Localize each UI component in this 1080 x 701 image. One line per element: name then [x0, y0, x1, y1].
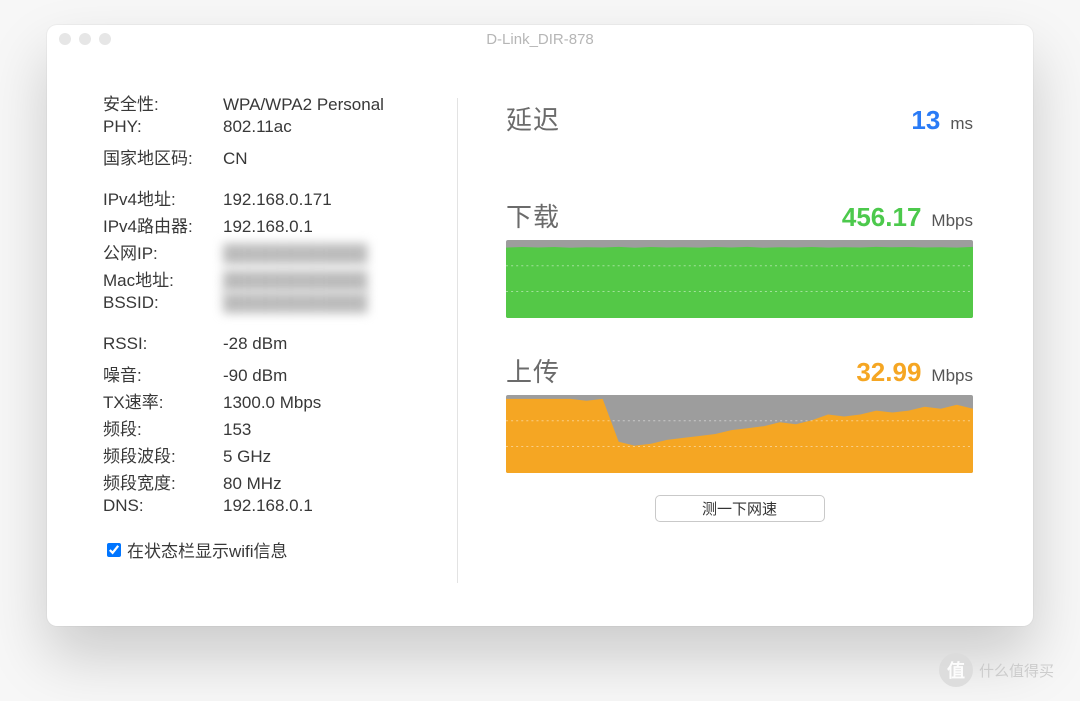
latency-unit: ms: [950, 114, 973, 134]
info-row: 频段波段:5 GHz: [103, 442, 457, 469]
upload-metric: 上传 32.99 Mbps: [506, 352, 973, 473]
info-row: Mac地址:████████████: [103, 266, 457, 293]
info-key: IPv4路由器:: [103, 212, 223, 237]
info-row: 安全性:WPA/WPA2 Personal: [103, 90, 457, 117]
info-key: 频段:: [103, 415, 223, 440]
info-key: 噪音:: [103, 361, 223, 386]
info-value: 80 MHz: [223, 474, 282, 494]
info-row: 频段:153: [103, 415, 457, 442]
metrics-panel: 延迟 13 ms 下载 456.17 Mbps 上传: [458, 54, 1033, 626]
info-group: 安全性:WPA/WPA2 PersonalPHY:802.11ac国家地区码:C…: [103, 90, 457, 171]
info-panel: 安全性:WPA/WPA2 PersonalPHY:802.11ac国家地区码:C…: [47, 54, 457, 626]
info-value: 192.168.0.1: [223, 496, 313, 516]
window-title: D-Link_DIR-878: [47, 31, 1033, 48]
upload-value: 32.99: [856, 357, 921, 388]
info-key: PHY:: [103, 117, 223, 137]
watermark: 值 什么值得买: [939, 653, 1054, 687]
info-key: 国家地区码:: [103, 144, 223, 169]
app-window: D-Link_DIR-878 安全性:WPA/WPA2 PersonalPHY:…: [47, 25, 1033, 626]
info-group: RSSI:-28 dBm噪音:-90 dBmTX速率:1300.0 Mbps频段…: [103, 334, 457, 523]
info-key: DNS:: [103, 496, 223, 516]
info-key: 公网IP:: [103, 239, 223, 264]
info-value: 5 GHz: [223, 447, 271, 467]
info-value: 802.11ac: [223, 117, 292, 137]
info-row: 国家地区码:CN: [103, 144, 457, 171]
info-row: BSSID:████████████: [103, 293, 457, 320]
info-row: 公网IP:████████████: [103, 239, 457, 266]
info-value: CN: [223, 149, 248, 169]
download-metric: 下载 456.17 Mbps: [506, 197, 973, 318]
info-value: WPA/WPA2 Personal: [223, 95, 384, 115]
upload-chart: [506, 395, 973, 473]
info-row: PHY:802.11ac: [103, 117, 457, 144]
latency-metric: 延迟 13 ms: [506, 100, 973, 137]
info-key: 频段宽度:: [103, 469, 223, 494]
upload-unit: Mbps: [931, 366, 973, 386]
titlebar[interactable]: D-Link_DIR-878: [47, 25, 1033, 54]
watermark-icon: 值: [939, 653, 973, 687]
watermark-text: 什么值得买: [979, 660, 1054, 681]
info-key: 安全性:: [103, 90, 223, 115]
download-value: 456.17: [842, 202, 922, 233]
info-row: DNS:192.168.0.1: [103, 496, 457, 523]
info-value: 192.168.0.171: [223, 190, 332, 210]
speedtest-button[interactable]: 测一下网速: [655, 495, 825, 522]
statusbar-checkbox-label: 在状态栏显示wifi信息: [127, 537, 288, 562]
info-row: IPv4地址:192.168.0.171: [103, 185, 457, 212]
info-value: ████████████: [223, 244, 368, 264]
info-row: RSSI:-28 dBm: [103, 334, 457, 361]
info-row: TX速率:1300.0 Mbps: [103, 388, 457, 415]
info-key: TX速率:: [103, 388, 223, 413]
info-key: IPv4地址:: [103, 185, 223, 210]
info-value: ████████████: [223, 293, 368, 313]
info-key: Mac地址:: [103, 266, 223, 291]
info-value: -90 dBm: [223, 366, 287, 386]
info-key: BSSID:: [103, 293, 223, 313]
download-chart: [506, 240, 973, 318]
info-key: RSSI:: [103, 334, 223, 354]
download-label: 下载: [506, 197, 560, 234]
content: 安全性:WPA/WPA2 PersonalPHY:802.11ac国家地区码:C…: [47, 54, 1033, 626]
download-unit: Mbps: [931, 211, 973, 231]
info-value: 153: [223, 420, 251, 440]
info-key: 频段波段:: [103, 442, 223, 467]
info-value: 192.168.0.1: [223, 217, 313, 237]
latency-label: 延迟: [506, 100, 560, 137]
latency-value: 13: [911, 105, 940, 136]
statusbar-checkbox[interactable]: 在状态栏显示wifi信息: [103, 537, 457, 562]
info-row: 频段宽度:80 MHz: [103, 469, 457, 496]
info-value: ████████████: [223, 271, 368, 291]
info-value: 1300.0 Mbps: [223, 393, 321, 413]
info-value: -28 dBm: [223, 334, 287, 354]
statusbar-checkbox-input[interactable]: [107, 543, 121, 557]
info-group: IPv4地址:192.168.0.171IPv4路由器:192.168.0.1公…: [103, 185, 457, 320]
info-row: 噪音:-90 dBm: [103, 361, 457, 388]
info-row: IPv4路由器:192.168.0.1: [103, 212, 457, 239]
upload-label: 上传: [506, 352, 560, 389]
